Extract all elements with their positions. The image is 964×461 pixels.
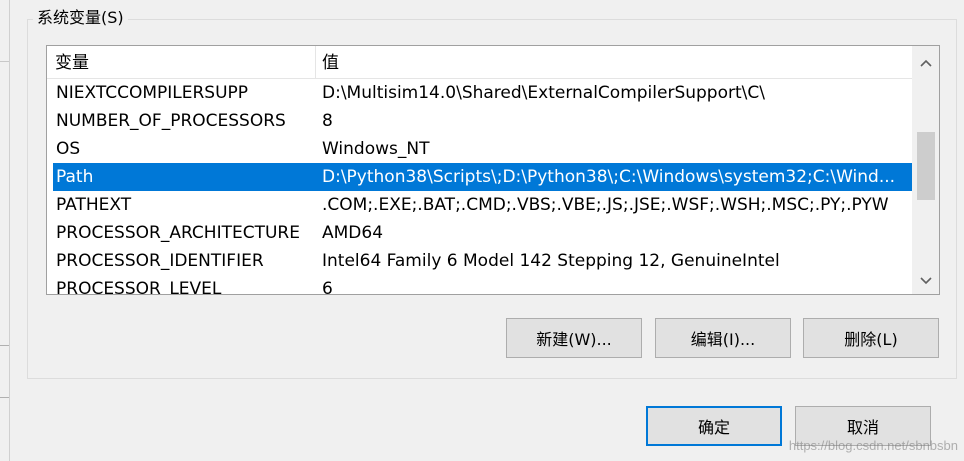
variable-name: OS: [56, 139, 81, 159]
variable-name: PROCESSOR_IDENTIFIER: [56, 251, 264, 271]
variable-value: D:\Multisim14.0\Shared\ExternalCompilerS…: [322, 83, 765, 103]
variable-value: 8: [322, 111, 333, 131]
list-row-number-of-processors[interactable]: NUMBER_OF_PROCESSORS 8: [53, 107, 913, 135]
list-row-pathext[interactable]: PATHEXT .COM;.EXE;.BAT;.CMD;.VBS;.VBE;.J…: [53, 191, 913, 219]
variable-name: NUMBER_OF_PROCESSORS: [56, 111, 286, 131]
scroll-up-button[interactable]: [913, 50, 939, 76]
chevron-up-icon: [920, 59, 932, 67]
variable-name: PATHEXT: [56, 195, 132, 215]
list-row-processor-level[interactable]: PROCESSOR_LEVEL 6: [53, 275, 913, 294]
watermark: https://blog.csdn.net/sbnbsbn: [788, 438, 958, 453]
column-header-value[interactable]: 值: [315, 46, 913, 78]
variable-value: .COM;.EXE;.BAT;.CMD;.VBS;.VBE;.JS;.JSE;.…: [322, 195, 889, 215]
variable-name: NIEXTCCOMPILERSUPP: [56, 83, 249, 103]
system-variables-dialog: 系统变量(S) 变量 值 NIEXTCCOMPILERSUPP D:\Multi…: [0, 0, 964, 461]
variable-name: PROCESSOR_ARCHITECTURE: [56, 223, 300, 243]
variable-value: Windows_NT: [322, 139, 430, 159]
scroll-down-button[interactable]: [913, 268, 939, 294]
delete-button[interactable]: 删除(L): [803, 318, 939, 358]
scrollbar-thumb[interactable]: [917, 132, 935, 200]
list-row-processor-architecture[interactable]: PROCESSOR_ARCHITECTURE AMD64: [53, 219, 913, 247]
column-header-variable[interactable]: 变量: [47, 46, 315, 78]
new-button[interactable]: 新建(W)...: [506, 318, 642, 358]
chevron-down-icon: [920, 277, 932, 285]
list-row-processor-identifier[interactable]: PROCESSOR_IDENTIFIER Intel64 Family 6 Mo…: [53, 247, 913, 275]
ok-button[interactable]: 确定: [646, 406, 782, 446]
background-window-edge: [0, 0, 10, 461]
system-variables-list[interactable]: 变量 值 NIEXTCCOMPILERSUPP D:\Multisim14.0\…: [46, 45, 940, 295]
list-body: NIEXTCCOMPILERSUPP D:\Multisim14.0\Share…: [47, 79, 913, 294]
variable-value: AMD64: [322, 223, 384, 243]
variable-name: Path: [56, 167, 94, 187]
list-row-niextccompilersupp[interactable]: NIEXTCCOMPILERSUPP D:\Multisim14.0\Share…: [53, 79, 913, 107]
list-row-os[interactable]: OS Windows_NT: [53, 135, 913, 163]
list-header: 变量 值: [47, 46, 913, 79]
variable-value: D:\Python38\Scripts\;D:\Python38\;C:\Win…: [322, 167, 896, 187]
variable-value: Intel64 Family 6 Model 142 Stepping 12, …: [322, 251, 780, 271]
edit-button[interactable]: 编辑(I)...: [655, 318, 791, 358]
variable-name: PROCESSOR_LEVEL: [56, 279, 222, 294]
variable-value: 6: [322, 279, 333, 294]
list-row-path[interactable]: Path D:\Python38\Scripts\;D:\Python38\;C…: [53, 163, 913, 191]
group-title: 系统变量(S): [33, 7, 128, 29]
vertical-scrollbar[interactable]: [912, 46, 939, 294]
